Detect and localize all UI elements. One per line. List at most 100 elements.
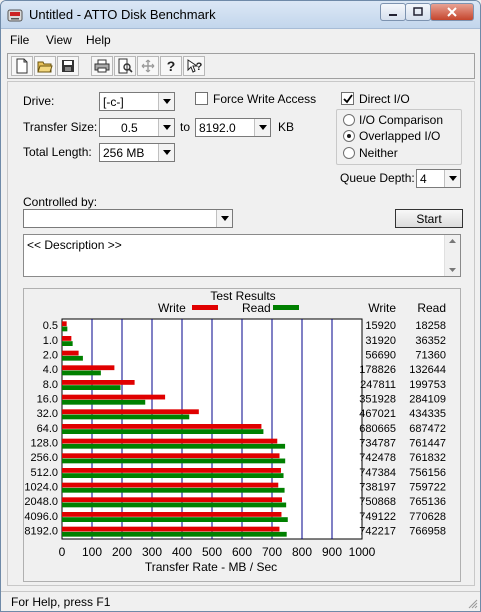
write-value: 738197	[359, 482, 396, 494]
y-tick-label: 512.0	[30, 467, 58, 479]
total-length-value: 256 MB	[103, 146, 145, 160]
menu-view[interactable]: View	[46, 33, 72, 47]
write-value: 467021	[359, 408, 396, 420]
menu-help[interactable]: Help	[86, 33, 111, 47]
x-tick-label: 900	[322, 545, 342, 559]
legend-write-label: Write	[158, 301, 186, 315]
minimize-icon	[389, 14, 397, 16]
write-value: 750868	[359, 496, 396, 508]
column-read-header: Read	[417, 301, 446, 315]
description-text: << Description >>	[27, 238, 122, 252]
transfer-from-select[interactable]: 0.5	[99, 118, 175, 137]
help-button[interactable]: ?	[160, 56, 182, 76]
y-tick-label: 8.0	[43, 379, 58, 391]
write-bar	[62, 468, 281, 473]
direct-io-checkbox[interactable]	[341, 92, 354, 105]
minimize-button[interactable]	[380, 3, 406, 21]
resize-grip-icon[interactable]	[468, 599, 478, 609]
read-bar	[62, 473, 284, 478]
read-bar	[62, 326, 68, 332]
context-help-button[interactable]: ?	[183, 56, 205, 76]
read-bar	[62, 370, 101, 376]
close-icon	[447, 7, 457, 17]
overlapped-io-radio[interactable]	[343, 130, 355, 142]
to-label: to	[180, 120, 191, 134]
read-bar	[62, 385, 121, 390]
read-bar	[62, 399, 146, 405]
write-bar	[62, 453, 280, 459]
print-button[interactable]	[91, 56, 113, 76]
print-preview-button[interactable]	[114, 56, 136, 76]
queue-depth-select[interactable]: 4	[416, 169, 461, 188]
read-value: 766958	[409, 526, 446, 538]
move-icon	[141, 59, 155, 73]
print-icon	[94, 59, 110, 73]
maximize-button[interactable]	[405, 3, 431, 21]
read-value: 18258	[415, 320, 446, 332]
write-value: 247811	[360, 379, 396, 391]
x-tick-label: 0	[59, 545, 66, 559]
chevron-down-icon	[158, 93, 174, 110]
context-help-icon: ?	[187, 59, 202, 73]
results-chart: Test Results Write Read Write Read 0 100 2…	[24, 289, 446, 574]
read-bar	[62, 443, 286, 449]
test-results-box: Test Results Write Read Write Read 0 100 2…	[23, 288, 461, 582]
chevron-down-icon	[254, 119, 270, 136]
description-scrollbar[interactable]	[444, 235, 460, 276]
x-axis-title: Transfer Rate - MB / Sec	[145, 560, 277, 574]
benchmark-panel: Drive: [-c-] Force Write Access Direct I…	[7, 81, 475, 586]
status-bar: For Help, press F1	[1, 591, 480, 611]
transfer-from-value: 0.5	[121, 121, 138, 135]
chevron-down-icon	[444, 170, 460, 187]
legend-read-label: Read	[242, 301, 271, 315]
read-value: 761832	[409, 452, 446, 464]
y-tick-label: 16.0	[37, 394, 58, 406]
move-button[interactable]	[137, 56, 159, 76]
write-value: 734787	[359, 438, 396, 450]
save-button[interactable]	[57, 56, 79, 76]
y-tick-label: 64.0	[37, 423, 58, 435]
start-button[interactable]: Start	[395, 209, 463, 228]
drive-select[interactable]: [-c-]	[99, 92, 175, 111]
open-folder-icon	[37, 61, 53, 73]
read-value: 36352	[415, 335, 446, 347]
checkmark-icon	[342, 93, 353, 103]
write-bar	[62, 321, 67, 327]
write-value: 742217	[359, 526, 396, 538]
column-write-header: Write	[368, 301, 396, 315]
drive-label: Drive:	[23, 94, 55, 108]
x-tick-label: 600	[232, 545, 252, 559]
y-tick-label: 4096.0	[24, 511, 58, 523]
description-textarea[interactable]: << Description >>	[23, 234, 461, 277]
x-tick-label: 200	[112, 545, 132, 559]
y-tick-label: 8192.0	[24, 526, 58, 538]
x-tick-label: 700	[262, 545, 282, 559]
read-value: 199753	[409, 379, 446, 391]
chevron-down-icon	[158, 144, 174, 161]
write-value: 31920	[365, 335, 396, 347]
read-bar	[62, 341, 73, 346]
new-button[interactable]	[11, 56, 33, 76]
close-button[interactable]	[430, 3, 474, 21]
status-text: For Help, press F1	[11, 595, 111, 609]
read-value: 71360	[415, 350, 446, 362]
drive-value: [-c-]	[103, 95, 124, 109]
y-tick-label: 4.0	[43, 364, 58, 376]
queue-depth-label: Queue Depth:	[340, 171, 415, 185]
read-bar	[62, 458, 286, 464]
y-tick-label: 2.0	[43, 350, 58, 362]
neither-radio[interactable]	[343, 147, 355, 159]
read-value: 284109	[409, 394, 446, 406]
io-comparison-radio[interactable]	[343, 114, 355, 126]
controlled-by-select[interactable]	[23, 209, 233, 228]
read-value: 765136	[409, 496, 446, 508]
save-icon	[62, 60, 74, 72]
y-tick-label: 2048.0	[24, 496, 58, 508]
transfer-to-select[interactable]: 8192.0	[195, 118, 271, 137]
write-value: 742478	[359, 452, 396, 464]
open-button[interactable]	[34, 56, 56, 76]
write-value: 15920	[365, 320, 396, 332]
total-length-select[interactable]: 256 MB	[99, 143, 175, 162]
force-write-checkbox[interactable]	[195, 92, 208, 105]
menu-file[interactable]: File	[10, 33, 29, 47]
